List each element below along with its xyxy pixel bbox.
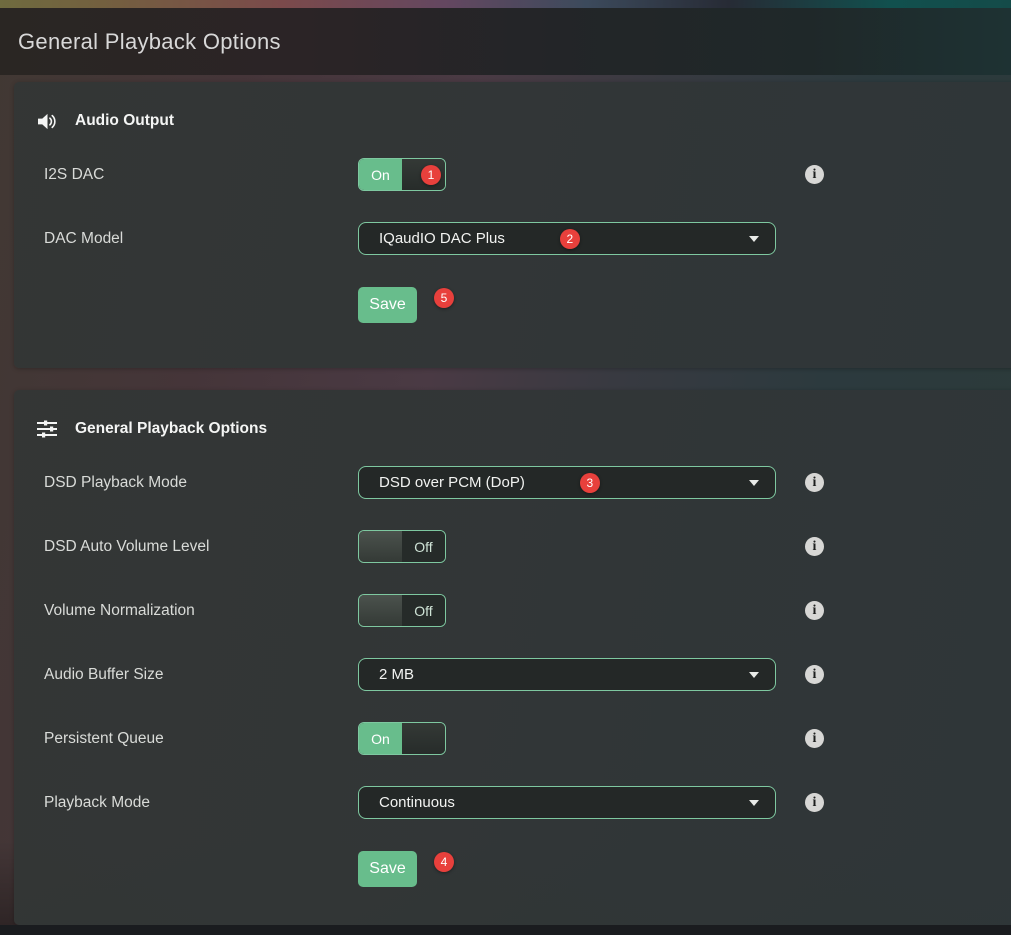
- volume-up-icon: [36, 111, 58, 131]
- panel-header: Audio Output: [14, 82, 1011, 136]
- select-value: DSD over PCM (DoP): [379, 474, 525, 491]
- setting-label: Persistent Queue: [44, 730, 358, 748]
- setting-control: DSD over PCM (DoP) 3 i: [358, 466, 1011, 499]
- panel-general-playback-options: General Playback Options DSD Playback Mo…: [14, 390, 1011, 925]
- toggle-state-label: Off: [402, 595, 445, 626]
- chevron-down-icon: [749, 480, 759, 486]
- info-icon[interactable]: i: [805, 601, 824, 620]
- setting-control: Off i: [358, 530, 1011, 563]
- setting-label: Audio Buffer Size: [44, 666, 358, 684]
- toggle-knob[interactable]: [359, 595, 402, 626]
- select-dropdown[interactable]: 2 MB: [358, 658, 776, 691]
- select-dropdown[interactable]: IQaudIO DAC Plus 2: [358, 222, 776, 255]
- toggle-switch[interactable]: On: [358, 722, 446, 755]
- annotation-badge: 3: [580, 473, 600, 493]
- chevron-down-icon: [749, 800, 759, 806]
- setting-label: I2S DAC: [44, 166, 358, 184]
- chevron-down-icon: [749, 236, 759, 242]
- setting-control: Off i: [358, 594, 1011, 627]
- page-header: General Playback Options: [0, 8, 1011, 75]
- select-dropdown[interactable]: Continuous: [358, 786, 776, 819]
- info-icon[interactable]: i: [805, 165, 824, 184]
- setting-label: Volume Normalization: [44, 602, 358, 620]
- settings-row: DSD Playback Mode DSD over PCM (DoP) 3 i: [14, 466, 1011, 499]
- save-row: Save 5: [14, 287, 1011, 323]
- settings-row: Playback Mode Continuous i: [14, 786, 1011, 819]
- select-dropdown[interactable]: DSD over PCM (DoP) 3: [358, 466, 776, 499]
- info-icon[interactable]: i: [805, 537, 824, 556]
- select-value: 2 MB: [379, 666, 414, 683]
- annotation-badge: 5: [434, 288, 454, 308]
- setting-control: IQaudIO DAC Plus 2: [358, 222, 1011, 255]
- setting-control: Continuous i: [358, 786, 1011, 819]
- page-title: General Playback Options: [18, 29, 281, 55]
- settings-row: I2S DAC On 1 i: [14, 158, 1011, 191]
- toggle-knob[interactable]: [402, 723, 445, 754]
- select-value: Continuous: [379, 794, 455, 811]
- annotation-badge: 4: [434, 852, 454, 872]
- sliders-icon: [36, 419, 58, 439]
- save-button[interactable]: Save: [358, 287, 417, 323]
- setting-control: On 1 i: [358, 158, 1011, 191]
- settings-row: DAC Model IQaudIO DAC Plus 2: [14, 222, 1011, 255]
- toggle-knob[interactable]: [359, 531, 402, 562]
- annotation-badge: 2: [560, 229, 580, 249]
- setting-label: DAC Model: [44, 230, 358, 248]
- settings-row: DSD Auto Volume Level Off i: [14, 530, 1011, 563]
- setting-label: Playback Mode: [44, 794, 358, 812]
- toggle-switch[interactable]: Off: [358, 594, 446, 627]
- settings-row: Audio Buffer Size 2 MB i: [14, 658, 1011, 691]
- toggle-switch[interactable]: Off: [358, 530, 446, 563]
- settings-row: Volume Normalization Off i: [14, 594, 1011, 627]
- setting-label: DSD Playback Mode: [44, 474, 358, 492]
- annotation-badge: 1: [421, 165, 441, 185]
- info-icon[interactable]: i: [805, 665, 824, 684]
- setting-control: 2 MB i: [358, 658, 1011, 691]
- toggle-switch[interactable]: On 1: [358, 158, 446, 191]
- panel-audio-output: Audio Output I2S DAC On 1 i DAC Model IQ…: [14, 82, 1011, 368]
- background-art-strip: [0, 0, 1011, 8]
- info-icon[interactable]: i: [805, 793, 824, 812]
- settings-row: Persistent Queue On i: [14, 722, 1011, 755]
- setting-control: On i: [358, 722, 1011, 755]
- save-row: Save 4: [14, 851, 1011, 887]
- toggle-state-label: On: [359, 723, 402, 754]
- settings-rows: I2S DAC On 1 i DAC Model IQaudIO DAC Plu…: [14, 158, 1011, 255]
- info-icon[interactable]: i: [805, 729, 824, 748]
- page-bottom-strip: [0, 925, 1011, 935]
- save-button[interactable]: Save: [358, 851, 417, 887]
- info-icon[interactable]: i: [805, 473, 824, 492]
- toggle-state-label: Off: [402, 531, 445, 562]
- settings-rows: DSD Playback Mode DSD over PCM (DoP) 3 i…: [14, 466, 1011, 819]
- panel-title: Audio Output: [75, 112, 174, 130]
- setting-label: DSD Auto Volume Level: [44, 538, 358, 556]
- panel-header: General Playback Options: [14, 390, 1011, 444]
- chevron-down-icon: [749, 672, 759, 678]
- select-value: IQaudIO DAC Plus: [379, 230, 505, 247]
- panel-title: General Playback Options: [75, 420, 267, 438]
- toggle-state-label: On: [359, 159, 402, 190]
